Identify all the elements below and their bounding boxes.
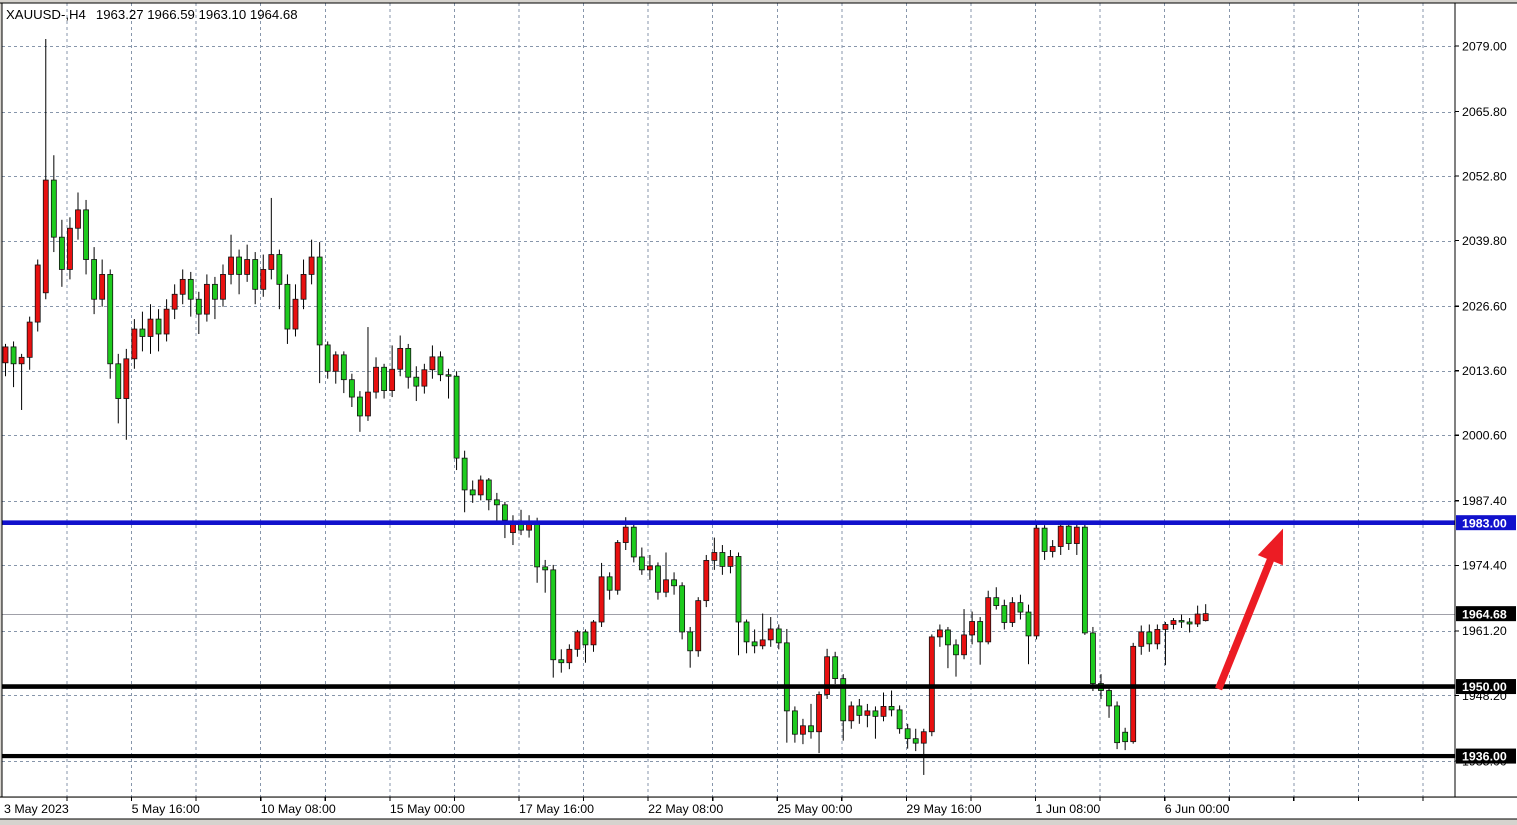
price-label-text: 1950.00 bbox=[1462, 680, 1507, 694]
time-axis-label: 25 May 00:00 bbox=[777, 802, 852, 816]
price-axis-label: 2013.60 bbox=[1462, 364, 1507, 378]
support-line-1950[interactable] bbox=[2, 684, 1455, 689]
price-axis-label: 2065.80 bbox=[1462, 105, 1507, 119]
chart-title: XAUUSD-,H4 1963.27 1966.59 1963.10 1964.6… bbox=[6, 7, 298, 22]
chart-backgrounds bbox=[0, 0, 1517, 825]
price-label-text: 1936.00 bbox=[1462, 750, 1507, 764]
resistance-line-1983[interactable] bbox=[2, 520, 1455, 525]
time-axis-label: 15 May 00:00 bbox=[390, 802, 465, 816]
support-line-1936[interactable] bbox=[2, 754, 1455, 758]
candlestick-chart[interactable]: 2079.00 2065.80 2052.80 2039.80 2026.60 2013.… bbox=[0, 0, 1517, 825]
symbol-period-label: XAUUSD-,H4 bbox=[6, 7, 86, 22]
price-axis-label: 2026.60 bbox=[1462, 299, 1507, 313]
price-label-1964.68: 1964.68 bbox=[1456, 606, 1516, 621]
time-axis-label: 22 May 08:00 bbox=[648, 802, 723, 816]
time-axis-label: 3 May 2023 bbox=[4, 802, 69, 816]
price-label-1950.00: 1950.00 bbox=[1456, 679, 1516, 694]
price-axis-label: 1987.40 bbox=[1462, 494, 1507, 508]
price-axis-label: 2039.80 bbox=[1462, 234, 1507, 248]
price-axis-label: 2079.00 bbox=[1462, 39, 1507, 53]
chart-window: 2079.00 2065.80 2052.80 2039.80 2026.60 2013.… bbox=[0, 0, 1517, 825]
price-axis-label: 1974.40 bbox=[1462, 559, 1507, 573]
time-axis-label: 29 May 16:00 bbox=[906, 802, 981, 816]
price-axis-label: 2000.60 bbox=[1462, 429, 1507, 443]
time-axis-label: 6 Jun 00:00 bbox=[1165, 802, 1230, 816]
price-label-1983.00: 1983.00 bbox=[1456, 515, 1516, 530]
time-axis-label: 17 May 16:00 bbox=[519, 802, 594, 816]
price-axis-label: 1961.20 bbox=[1462, 624, 1507, 638]
time-axis-label: 5 May 16:00 bbox=[132, 802, 200, 816]
time-axis-label: 1 Jun 08:00 bbox=[1036, 802, 1101, 816]
price-label-1936.00: 1936.00 bbox=[1456, 749, 1516, 764]
price-label-text: 1964.68 bbox=[1462, 607, 1507, 621]
time-axis-label: 10 May 08:00 bbox=[261, 802, 336, 816]
price-axis-label: 2052.80 bbox=[1462, 169, 1507, 183]
price-label-text: 1983.00 bbox=[1462, 516, 1507, 530]
ohlc-values-label: 1963.27 1966.59 1963.10 1964.68 bbox=[96, 7, 298, 22]
